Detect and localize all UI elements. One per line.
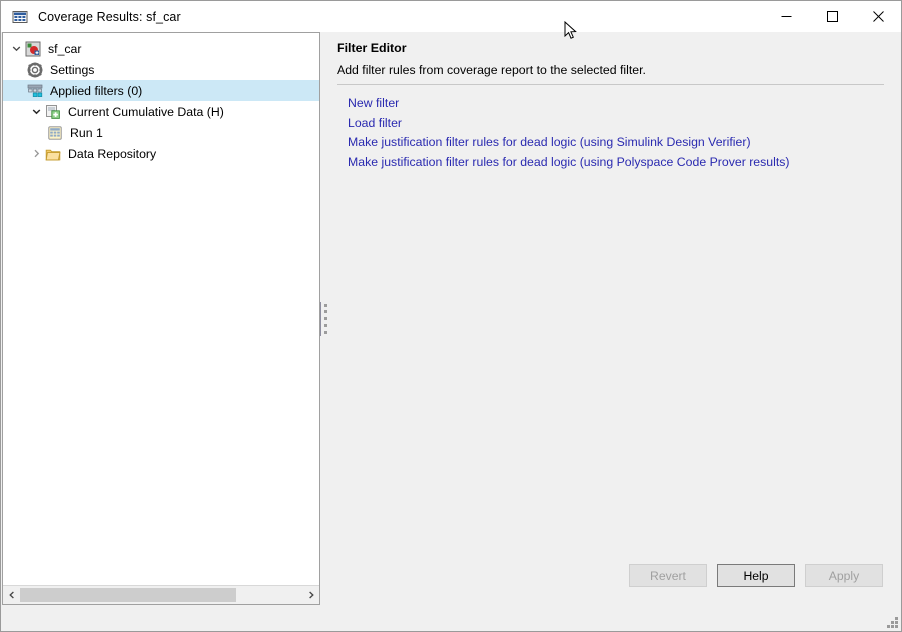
apply-button[interactable]: Apply [805, 564, 883, 587]
load-filter-link[interactable]: Load filter [348, 114, 402, 134]
revert-button[interactable]: Revert [629, 564, 707, 587]
folder-icon [45, 146, 61, 162]
dead-logic-sldv-link[interactable]: Make justification filter rules for dead… [348, 133, 751, 153]
tree-item-sf-car[interactable]: sf_car [3, 38, 319, 59]
splitter-bar [320, 302, 321, 336]
splitter-grip[interactable] [324, 304, 327, 334]
coverage-results-window: Coverage Results: sf_car [0, 0, 902, 632]
help-button[interactable]: Help [717, 564, 795, 587]
dialog-button-row: Revert Help Apply [629, 564, 883, 587]
tree-item-label: Run 1 [70, 126, 103, 140]
close-button[interactable] [855, 1, 901, 32]
gear-icon [27, 62, 43, 78]
cumulative-data-icon [45, 104, 61, 120]
page-subtitle: Add filter rules from coverage report to… [337, 63, 646, 77]
tree-item-settings[interactable]: Settings [3, 59, 319, 80]
main-content: sf_car [1, 32, 901, 631]
filter-action-links: New filter Load filter Make justificatio… [348, 94, 885, 172]
chevron-down-icon[interactable] [27, 107, 45, 116]
resize-grip[interactable] [885, 615, 898, 628]
window-title: Coverage Results: sf_car [38, 10, 181, 24]
page-title: Filter Editor [337, 41, 407, 55]
coverage-tree-panel: sf_car [2, 32, 320, 605]
new-filter-link[interactable]: New filter [348, 94, 399, 114]
tree-item-label: Data Repository [68, 147, 156, 161]
maximize-button[interactable] [809, 1, 855, 32]
tree-item-data-repository[interactable]: Data Repository [3, 143, 319, 164]
divider [337, 84, 884, 85]
run-grid-icon [47, 125, 63, 141]
tree-item-label: sf_car [48, 42, 82, 56]
tree-item-label: Applied filters (0) [50, 84, 142, 98]
minimize-button[interactable] [763, 1, 809, 32]
coverage-table-icon [12, 9, 28, 25]
simulink-model-icon [25, 41, 41, 57]
filter-table-icon [27, 83, 43, 99]
title-bar: Coverage Results: sf_car [1, 1, 901, 32]
dead-logic-polyspace-link[interactable]: Make justification filter rules for dead… [348, 153, 790, 173]
filter-editor-panel: Filter Editor Add filter rules from cove… [332, 32, 901, 631]
tree-item-label: Current Cumulative Data (H) [68, 105, 224, 119]
tree-item-applied-filters[interactable]: Applied filters (0) [3, 80, 319, 101]
scrollbar-thumb[interactable] [20, 588, 236, 602]
tree-horizontal-scrollbar[interactable] [3, 585, 319, 604]
chevron-left-icon[interactable] [3, 586, 20, 604]
tree-item-current-cumulative-data[interactable]: Current Cumulative Data (H) [3, 101, 319, 122]
panel-splitter[interactable] [320, 32, 330, 605]
chevron-right-icon[interactable] [302, 586, 319, 604]
chevron-right-icon[interactable] [27, 149, 45, 158]
window-controls [763, 1, 901, 32]
chevron-down-icon[interactable] [7, 44, 25, 53]
coverage-tree: sf_car [3, 33, 319, 585]
tree-item-label: Settings [50, 63, 94, 77]
scrollbar-track[interactable] [20, 586, 302, 604]
tree-item-run-1[interactable]: Run 1 [3, 122, 319, 143]
